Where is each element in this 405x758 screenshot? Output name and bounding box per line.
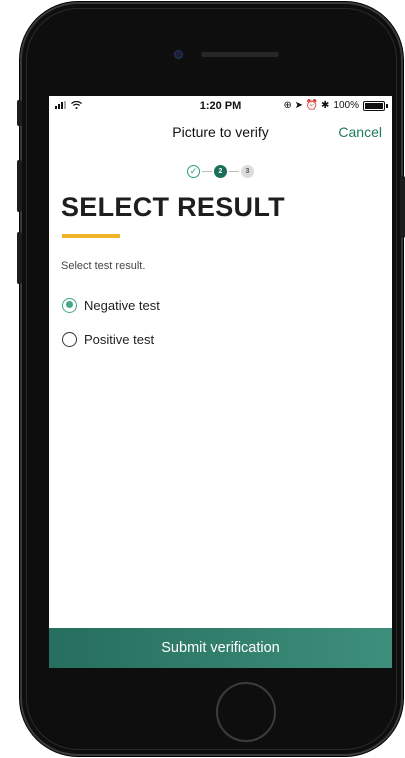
mute-switch <box>17 100 22 126</box>
option-positive-test[interactable]: Positive test <box>62 322 160 356</box>
radio-unselected-icon[interactable] <box>62 331 77 347</box>
step-1-complete-icon: ✓ <box>187 164 200 178</box>
option-label: Positive test <box>84 331 155 347</box>
power-button <box>400 176 405 238</box>
cancel-button[interactable]: Cancel <box>338 124 382 140</box>
step-2-current: 2 <box>214 164 227 178</box>
volume-down-button <box>17 232 22 284</box>
battery-tip <box>386 103 388 108</box>
status-bar: 1:20 PM ⊕ ➤ ⏰ ✱ 100% <box>49 96 392 116</box>
home-button[interactable] <box>216 682 276 742</box>
front-camera-icon <box>174 50 183 59</box>
battery-percent: 100% <box>333 100 359 111</box>
page-title: SELECT RESULT <box>61 192 285 222</box>
volume-up-button <box>17 160 22 212</box>
navigation-bar: Picture to verify Cancel <box>49 120 392 144</box>
title-underline <box>62 234 120 238</box>
option-label: Negative test <box>84 297 160 313</box>
app-screen: 1:20 PM ⊕ ➤ ⏰ ✱ 100% Picture to verify C… <box>49 96 392 668</box>
radio-selected-icon[interactable] <box>62 297 77 313</box>
step-3-upcoming: 3 <box>241 164 254 178</box>
battery-icon <box>363 100 385 111</box>
status-icons: ⊕ ➤ ⏰ ✱ <box>283 100 330 111</box>
step-connector <box>202 170 212 172</box>
status-right: ⊕ ➤ ⏰ ✱ 100% <box>283 100 388 111</box>
submit-verification-button[interactable]: Submit verification <box>49 628 392 668</box>
step-connector <box>229 170 239 172</box>
instruction-text: Select test result. <box>61 260 146 272</box>
earpiece-speaker <box>201 52 279 57</box>
progress-stepper: ✓ 2 3 <box>49 164 392 178</box>
option-negative-test[interactable]: Negative test <box>62 288 160 322</box>
result-options: Negative test Positive test <box>62 288 160 356</box>
